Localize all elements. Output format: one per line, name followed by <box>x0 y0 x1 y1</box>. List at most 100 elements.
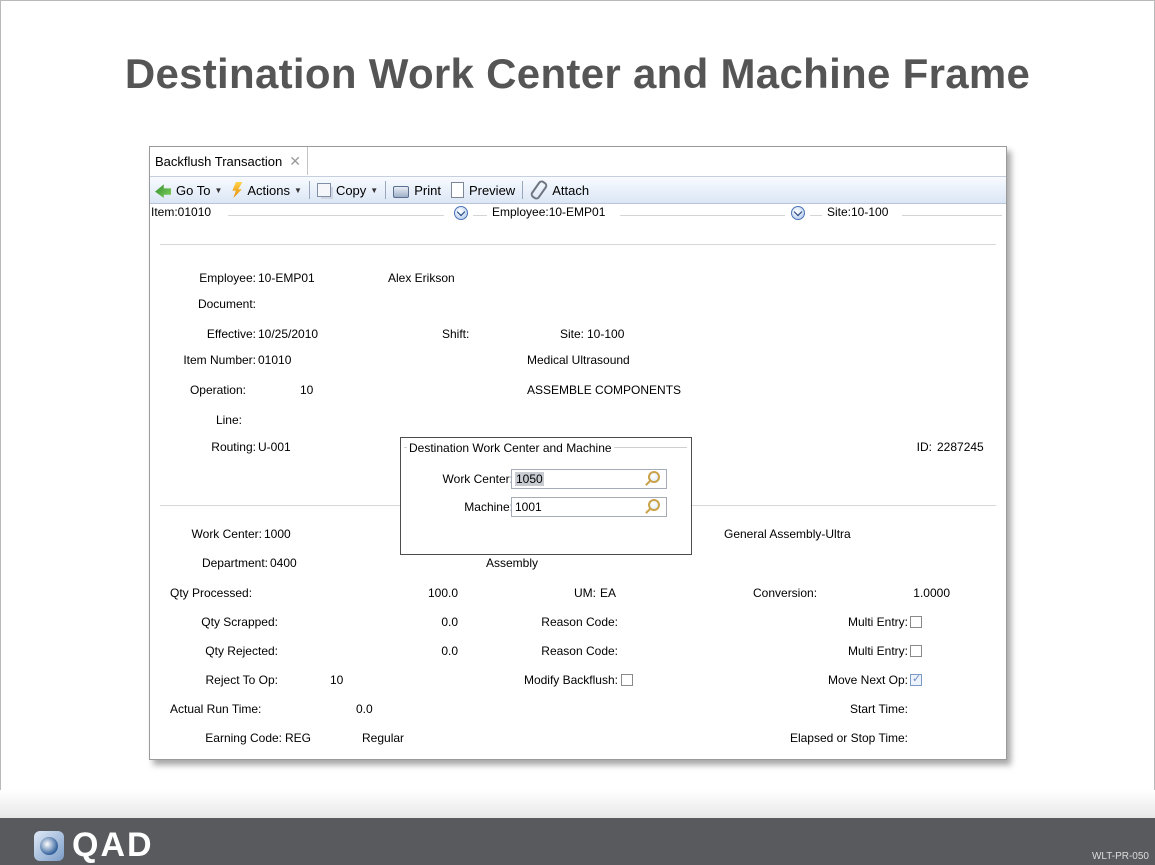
reason-code-label: Reason Code: <box>541 615 618 629</box>
conversion-label: Conversion: <box>753 586 818 600</box>
slide-title: Destination Work Center and Machine Fram… <box>124 50 1031 97</box>
chevron-down-icon: ▼ <box>370 185 379 195</box>
work-center-label: Work Center: <box>191 527 262 541</box>
document-label: Document: <box>197 297 256 311</box>
um-label: UM: <box>574 586 596 600</box>
lookup-magnifier-icon[interactable] <box>648 499 660 511</box>
dest-work-center-label: Work Center: <box>442 472 513 486</box>
destination-work-center-frame: Destination Work Center and Machine Work… <box>400 437 692 555</box>
earning-code-label: Earning Code: <box>205 731 282 745</box>
chevron-down-icon: ▼ <box>214 185 223 195</box>
effective-label: Effective: <box>206 327 256 341</box>
employee-label: Employee: <box>199 271 256 285</box>
attach-label: Attach <box>552 182 590 198</box>
close-icon[interactable]: ✕ <box>289 153 301 170</box>
header-item: Item:01010 <box>151 205 212 219</box>
start-time-label: Start Time: <box>849 702 908 716</box>
goto-arrow-icon <box>155 184 171 198</box>
employee-value[interactable]: 10-EMP01 <box>258 271 315 285</box>
attach-button[interactable]: Attach <box>525 178 594 202</box>
dest-machine-value: 1001 <box>515 500 542 514</box>
effective-value[interactable]: 10/25/2010 <box>258 327 318 341</box>
earning-code-value[interactable]: REG <box>285 731 311 745</box>
lightning-icon <box>232 182 243 198</box>
reject-to-op-value[interactable]: 10 <box>330 673 343 687</box>
header-rule <box>902 215 1002 216</box>
move-next-op-label: Move Next Op: <box>827 673 908 687</box>
footer-fade <box>0 790 1155 818</box>
qty-scrapped-label: Qty Scrapped: <box>201 615 278 629</box>
operation-value[interactable]: 10 <box>300 383 313 397</box>
header-rule <box>228 215 444 216</box>
modify-backflush-label: Modify Backflush: <box>523 673 618 687</box>
header-site: Site:10-100 <box>827 205 889 219</box>
print-button[interactable]: Print <box>388 179 446 201</box>
toolbar: Go To ▼ Actions ▼ Copy ▼ Print Preview A… <box>150 177 1006 204</box>
actual-run-time-label: Actual Run Time: <box>170 702 262 716</box>
section-divider <box>160 244 996 245</box>
shift-label: Shift: <box>442 327 470 341</box>
header-rule <box>810 215 822 216</box>
item-number-label: Item Number: <box>183 353 256 367</box>
operation-label: Operation: <box>189 383 246 397</box>
qty-processed-value[interactable]: 100.0 <box>380 586 458 600</box>
um-value[interactable]: EA <box>600 586 616 600</box>
reason-code-label: Reason Code: <box>541 644 618 658</box>
actual-run-time-value[interactable]: 0.0 <box>356 702 373 716</box>
department-value[interactable]: 0400 <box>270 556 297 570</box>
elapsed-stop-time-label: Elapsed or Stop Time: <box>789 731 908 745</box>
expand-item-chevron-icon[interactable] <box>454 206 468 220</box>
actions-button[interactable]: Actions ▼ <box>227 179 307 201</box>
dest-machine-input[interactable]: 1001 <box>511 497 667 517</box>
copy-icon <box>316 183 331 197</box>
dest-work-center-value: 1050 <box>515 472 544 486</box>
multi-entry-scrapped-checkbox[interactable] <box>910 616 922 628</box>
qad-logo: QAD <box>34 826 154 865</box>
work-center-description: General Assembly-Ultra <box>724 527 851 541</box>
qty-processed-label: Qty Processed: <box>170 586 253 600</box>
work-center-value[interactable]: 1000 <box>264 527 291 541</box>
earning-code-description: Regular <box>362 731 405 745</box>
footer-bar <box>0 818 1155 865</box>
tab-backflush-transaction[interactable]: Backflush Transaction ✕ <box>150 147 308 175</box>
preview-icon <box>450 182 464 198</box>
tab-label: Backflush Transaction <box>155 153 283 169</box>
expand-employee-chevron-icon[interactable] <box>791 206 805 220</box>
slide-code: WLT-PR-050 <box>1091 851 1149 862</box>
header-employee: Employee:10-EMP01 <box>492 205 606 219</box>
goto-button[interactable]: Go To ▼ <box>150 179 227 201</box>
site-value[interactable]: 10-100 <box>587 327 624 341</box>
modify-backflush-checkbox[interactable] <box>621 674 633 686</box>
routing-value[interactable]: U-001 <box>258 440 291 454</box>
operation-description: ASSEMBLE COMPONENTS <box>527 383 682 397</box>
id-label: ID: <box>916 440 932 454</box>
header-rule <box>620 215 785 216</box>
paperclip-icon <box>529 178 550 202</box>
tab-bar: Backflush Transaction ✕ <box>150 147 1006 177</box>
multi-entry-rejected-checkbox[interactable] <box>910 645 922 657</box>
multi-entry-label: Multi Entry: <box>847 615 908 629</box>
line-label: Line: <box>215 413 242 427</box>
toolbar-separator <box>385 181 387 199</box>
routing-label: Routing: <box>211 440 256 454</box>
qty-rejected-value[interactable]: 0.0 <box>380 644 458 658</box>
printer-icon <box>393 186 410 198</box>
print-label: Print <box>414 182 441 198</box>
destination-frame-title: Destination Work Center and Machine <box>407 441 614 455</box>
site-label: Site: <box>559 327 584 341</box>
move-next-op-checkbox[interactable] <box>910 672 922 686</box>
lookup-magnifier-icon[interactable] <box>648 471 660 483</box>
qty-scrapped-value[interactable]: 0.0 <box>380 615 458 629</box>
dest-work-center-input[interactable]: 1050 <box>511 469 667 489</box>
qad-logo-text: QAD <box>72 826 154 864</box>
multi-entry-label: Multi Entry: <box>847 644 908 658</box>
reject-to-op-label: Reject To Op: <box>205 673 278 687</box>
preview-button[interactable]: Preview <box>446 179 520 201</box>
item-number-value[interactable]: 01010 <box>258 353 291 367</box>
conversion-value[interactable]: 1.0000 <box>870 586 950 600</box>
item-description: Medical Ultrasound <box>527 353 630 367</box>
backflush-window: Backflush Transaction ✕ Go To ▼ Actions … <box>149 146 1007 760</box>
qad-logo-mark-icon <box>34 830 64 861</box>
toolbar-separator <box>522 181 524 199</box>
copy-button[interactable]: Copy ▼ <box>312 179 383 201</box>
